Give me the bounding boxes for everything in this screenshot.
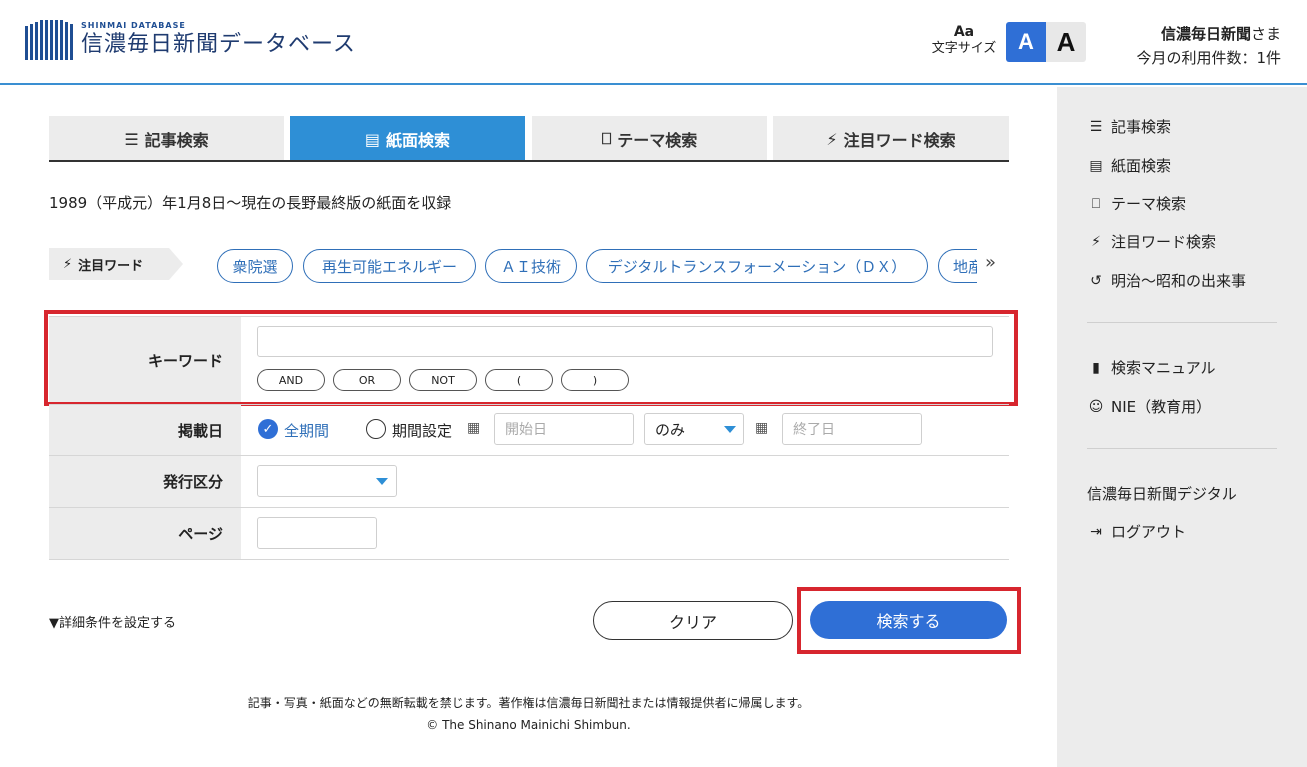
calendar-icon[interactable]: ▦ [755,420,768,436]
font-size-small-button[interactable]: A [1006,22,1046,62]
hotword-label: ⚡ 注目ワード [49,248,183,280]
font-size-control: Aa 文字サイズ [928,24,1000,57]
keyword-highlight-box [44,310,1018,406]
usage-count: 今月の利用件数：1件 [1136,49,1281,67]
hotword-list: 衆院選 再生可能エネルギー ＡＩ技術 デジタルトランスフォーメーション（ＤＸ） … [217,249,977,285]
page-input[interactable] [257,517,377,549]
form-divider [49,559,1009,560]
coverage-notice: 1989（平成元）年1月8日～現在の長野最終版の紙面を収録 [49,194,452,212]
tab-label: 紙面検索 [386,131,451,150]
chevron-down-icon [376,478,388,485]
set-period-radio[interactable] [366,419,386,439]
bookmark-icon: ⎕ [1091,195,1101,212]
lightning-icon: ⚡ [1091,233,1101,250]
search-highlight-box [797,587,1021,654]
calendar-icon[interactable]: ▦ [467,420,480,436]
chevron-down-icon [724,426,736,433]
end-date-input[interactable]: 終了日 [782,413,922,445]
bookmark-icon: ⎕ [601,129,612,148]
logo-title: 信濃毎日新聞データベース [81,32,356,57]
sidebar-item-theme-search[interactable]: ⎕ テーマ検索 [1087,193,1186,214]
tab-article-search[interactable]: ☰ 記事検索 [49,116,284,162]
tab-theme-search[interactable]: ⎕ テーマ検索 [532,116,767,162]
smile-icon: ☺ [1088,398,1104,415]
hotword-scroll-right-icon[interactable]: » [985,252,996,273]
newspaper-icon: ▤ [364,129,381,149]
hotword-pill[interactable]: 再生可能エネルギー [303,249,476,283]
tab-label: 記事検索 [144,131,209,150]
issue-type-label: 発行区分 [49,456,241,507]
site-logo[interactable]: SHINMAI DATABASE 信濃毎日新聞データベース [25,20,356,60]
header: SHINMAI DATABASE 信濃毎日新聞データベース Aa 文字サイズ A… [0,0,1307,85]
clear-button[interactable]: クリア [593,601,793,640]
copyright-notice: 記事・写真・紙面などの無断転載を禁じます。著作権は信濃毎日新聞社または情報提供者… [247,696,810,710]
logo-subtitle: SHINMAI DATABASE [81,21,186,30]
history-icon: ↺ [1090,272,1102,289]
tab-label: 注目ワード検索 [843,131,956,150]
date-label: 掲載日 [49,405,241,455]
sidebar-item-history-events[interactable]: ↺ 明治～昭和の出来事 [1087,270,1246,291]
font-size-label: 文字サイズ [931,41,997,56]
user-info: 信濃毎日新聞さま 今月の利用件数：1件 [1136,22,1281,70]
tab-label: テーマ検索 [617,131,698,150]
sidebar-item-nie[interactable]: ☺ NIE（教育用） [1087,396,1211,417]
list-icon: ☰ [124,129,139,149]
set-period-label[interactable]: 期間設定 [392,420,452,441]
copyright: © The Shinano Mainichi Shimbun. [426,718,631,732]
all-period-radio[interactable]: ✓ [258,419,278,439]
hotword-pill[interactable]: デジタルトランスフォーメーション（ＤＸ） [586,249,928,283]
sidebar-item-page-search[interactable]: ▤ 紙面検索 [1087,155,1171,176]
sidebar-divider [1087,322,1277,323]
book-icon: ▮ [1092,359,1100,376]
list-icon: ☰ [1089,118,1103,135]
detail-conditions-toggle[interactable]: ▼詳細条件を設定する [49,612,176,631]
sidebar-item-digital[interactable]: 信濃毎日新聞デジタル [1087,483,1237,504]
start-date-input[interactable]: 開始日 [494,413,634,445]
page-label: ページ [49,508,241,559]
hotword-pill[interactable]: 衆院選 [217,249,293,283]
lightning-icon: ⚡ [63,256,73,272]
font-size-icon: Aa [953,24,975,40]
logout-icon: ⇥ [1090,523,1102,540]
hotword-pill[interactable]: 地産地消 [938,249,977,283]
hotword-pill[interactable]: ＡＩ技術 [485,249,577,283]
font-size-large-button[interactable]: A [1046,22,1086,62]
tabs-underline [49,160,1009,162]
user-name: 信濃毎日新聞さま [1160,25,1281,43]
sidebar-item-article-search[interactable]: ☰ 記事検索 [1087,116,1171,137]
lightning-icon: ⚡ [826,129,838,149]
sidebar-item-logout[interactable]: ⇥ ログアウト [1087,521,1186,542]
newspaper-icon: ▤ [1089,157,1103,174]
sidebar-item-hotword-search[interactable]: ⚡ 注目ワード検索 [1087,231,1216,252]
tab-page-search[interactable]: ▤ 紙面検索 [290,116,525,162]
logo-mark-icon [25,20,73,60]
sidebar-item-manual[interactable]: ▮ 検索マニュアル [1087,357,1215,378]
sidebar: ☰ 記事検索 ▤ 紙面検索 ⎕ テーマ検索 ⚡ 注目ワード検索 ↺ 明治～昭和の… [1057,87,1307,767]
tab-hotword-search[interactable]: ⚡ 注目ワード検索 [773,116,1009,162]
all-period-label[interactable]: 全期間 [284,420,329,441]
sidebar-divider [1087,448,1277,449]
